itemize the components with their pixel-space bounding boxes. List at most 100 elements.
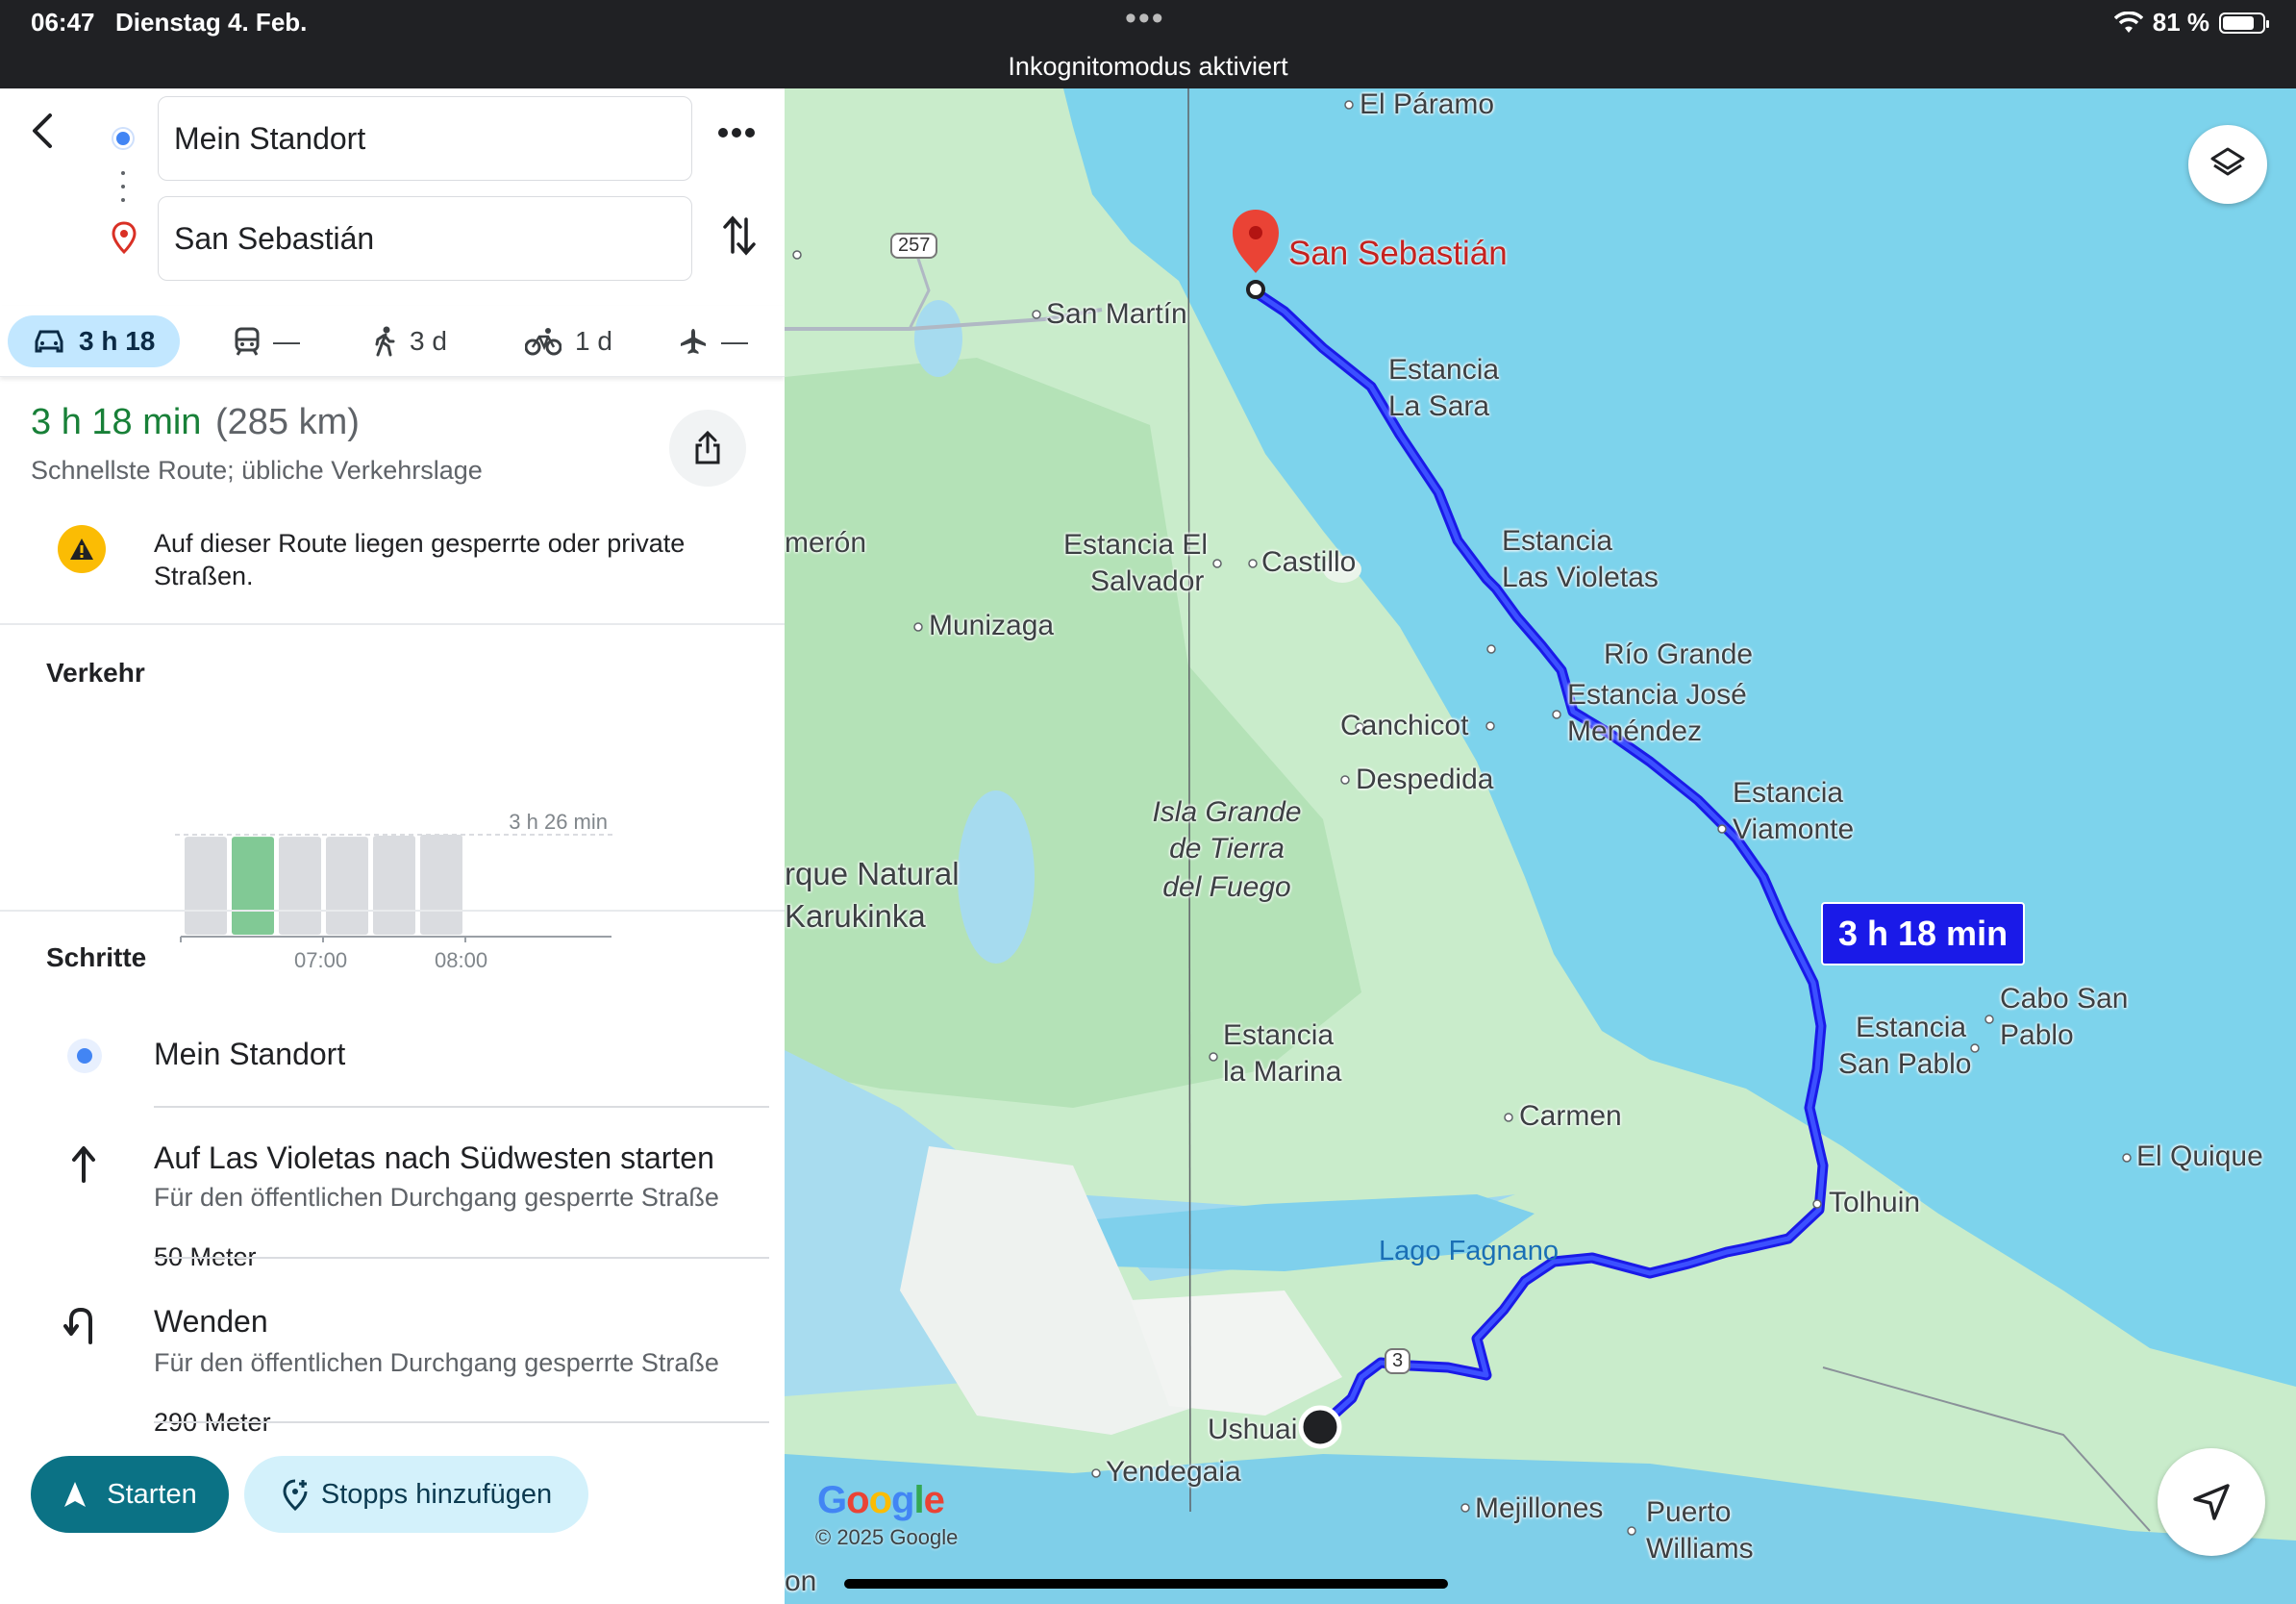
place-label[interactable]: San Martín: [1046, 296, 1187, 333]
divider: [0, 623, 785, 625]
start-navigation-button[interactable]: Starten: [31, 1456, 229, 1533]
place-label[interactable]: Estancia José: [1567, 677, 1747, 714]
origin-input[interactable]: Mein Standort: [158, 96, 692, 181]
lake-label: Lago Fagnano: [1379, 1236, 1560, 1266]
place-label[interactable]: Puerto: [1646, 1494, 1731, 1531]
mode-flight[interactable]: —: [679, 315, 748, 367]
mode-transit[interactable]: —: [235, 315, 300, 367]
mode-car[interactable]: 3 h 18: [8, 315, 181, 367]
place-label[interactable]: Canchicot: [1340, 708, 1468, 744]
multitasking-dots-icon[interactable]: •••: [1125, 0, 1165, 38]
place-label[interactable]: Pablo: [2000, 1017, 2074, 1054]
add-location-icon: [283, 1479, 308, 1511]
place-label[interactable]: Río Grande: [1604, 637, 1753, 673]
park-label[interactable]: Karukinka: [785, 898, 926, 935]
place-label[interactable]: la Marina: [1223, 1054, 1341, 1090]
route-duration: 3 h 18 min: [31, 402, 202, 442]
place-label[interactable]: Despedida: [1356, 762, 1493, 798]
mode-bike[interactable]: 1 d: [525, 315, 612, 367]
place-label[interactable]: Las Violetas: [1502, 560, 1659, 596]
navigation-arrow-icon: [2193, 1484, 2230, 1520]
route-warning: Auf dieser Route liegen gesperrte oder p…: [154, 529, 686, 590]
place-label[interactable]: Menéndez: [1567, 714, 1702, 750]
walk-icon: [375, 326, 395, 357]
traffic-bar[interactable]: [373, 836, 415, 935]
traffic-bar-current[interactable]: [232, 837, 274, 935]
car-icon: [35, 330, 63, 353]
place-label[interactable]: El Quique: [2136, 1139, 2263, 1175]
place-label[interactable]: Estancia: [1856, 1010, 1966, 1046]
step-divider: [154, 1257, 769, 1259]
mode-car-label: 3 h 18: [79, 326, 156, 356]
status-date: Dienstag 4. Feb.: [115, 8, 308, 37]
place-label[interactable]: El Páramo: [1360, 88, 1494, 123]
island-label: de Tierra: [1169, 833, 1285, 865]
traffic-bar[interactable]: [420, 835, 462, 935]
share-button[interactable]: [669, 410, 746, 487]
status-right: 81 %: [2113, 8, 2269, 38]
step-title[interactable]: Wenden: [154, 1304, 268, 1340]
wifi-icon: [2113, 11, 2143, 33]
traffic-bar[interactable]: [326, 837, 368, 935]
place-label[interactable]: Castillo: [1261, 544, 1356, 581]
traffic-title: Verkehr: [46, 658, 145, 688]
place-label[interactable]: Estancia: [1733, 775, 1843, 812]
battery-icon: [2219, 12, 2269, 34]
place-label[interactable]: Estancia: [1502, 523, 1612, 560]
place-label[interactable]: Tolhuin: [1829, 1185, 1920, 1221]
park-label[interactable]: rque Natural: [785, 856, 960, 892]
place-label[interactable]: merón: [785, 525, 866, 562]
step-title[interactable]: Mein Standort: [154, 1037, 345, 1072]
google-logo: Google: [817, 1479, 945, 1521]
place-label[interactable]: Viamonte: [1733, 812, 1854, 848]
mode-walk[interactable]: 3 d: [373, 315, 447, 367]
route-subtitle: Schnellste Route; übliche Verkehrslage: [31, 456, 483, 485]
directions-panel: Mein Standort San Sebastián 3 h 18 — 3 d…: [0, 88, 785, 1604]
map-view[interactable]: 257 3 El Páramo San Sebastián San Martín…: [785, 88, 2296, 1604]
status-time: 06:47: [31, 8, 95, 37]
travel-mode-bar: 3 h 18 — 3 d 1 d —: [0, 306, 785, 377]
place-label[interactable]: Mejillones: [1475, 1491, 1603, 1527]
step-title[interactable]: Auf Las Violetas nach Südwesten starten: [154, 1140, 714, 1176]
route-shield-3: 3: [1385, 1348, 1411, 1374]
step-subtitle: Für den öffentlichen Durchgang gesperrte…: [154, 1183, 719, 1212]
more-options-icon[interactable]: [717, 127, 756, 138]
traffic-bar[interactable]: [279, 837, 321, 935]
route-time-badge[interactable]: 3 h 18 min: [1821, 902, 2026, 965]
home-indicator[interactable]: [844, 1579, 1448, 1589]
place-label[interactable]: San Pablo: [1838, 1046, 1971, 1083]
back-arrow-icon[interactable]: [25, 112, 63, 150]
warning-icon: [58, 525, 106, 573]
origin-dot-icon: [113, 129, 133, 148]
place-label[interactable]: Williams: [1646, 1531, 1754, 1567]
map-copyright: © 2025 Google: [815, 1525, 959, 1549]
share-icon: [695, 431, 720, 464]
chart-tick-label: 07:00: [294, 948, 348, 972]
place-label[interactable]: Estancia El: [1063, 527, 1208, 564]
place-label[interactable]: Carmen: [1519, 1098, 1622, 1135]
traffic-bar[interactable]: [185, 837, 227, 935]
destination-label[interactable]: San Sebastián: [1288, 235, 1508, 273]
step-divider: [154, 1421, 769, 1423]
island-label: Isla Grande: [1152, 796, 1302, 828]
place-label[interactable]: Estancia: [1388, 352, 1499, 388]
layers-button[interactable]: [2188, 125, 2267, 204]
place-label[interactable]: on: [785, 1564, 816, 1600]
place-label[interactable]: Estancia: [1223, 1017, 1334, 1054]
place-label[interactable]: Munizaga: [929, 608, 1054, 644]
place-label[interactable]: Salvador: [1090, 564, 1204, 600]
start-label: Starten: [107, 1478, 197, 1510]
place-label[interactable]: La Sara: [1388, 388, 1489, 425]
step-divider: [154, 1106, 769, 1108]
my-location-button[interactable]: [2158, 1448, 2265, 1556]
island-label: del Fuego: [1162, 871, 1291, 903]
destination-input[interactable]: San Sebastián: [158, 196, 692, 281]
battery-percent: 81 %: [2152, 8, 2209, 37]
place-label[interactable]: Cabo San: [2000, 981, 2128, 1017]
place-label[interactable]: Ushuai: [1208, 1412, 1297, 1448]
place-label[interactable]: Yendegaia: [1106, 1454, 1241, 1491]
steps-title: Schritte: [46, 942, 147, 972]
mode-flight-label: —: [721, 326, 748, 356]
add-stops-button[interactable]: Stopps hinzufügen: [244, 1456, 588, 1533]
swap-directions-icon[interactable]: [723, 213, 756, 258]
